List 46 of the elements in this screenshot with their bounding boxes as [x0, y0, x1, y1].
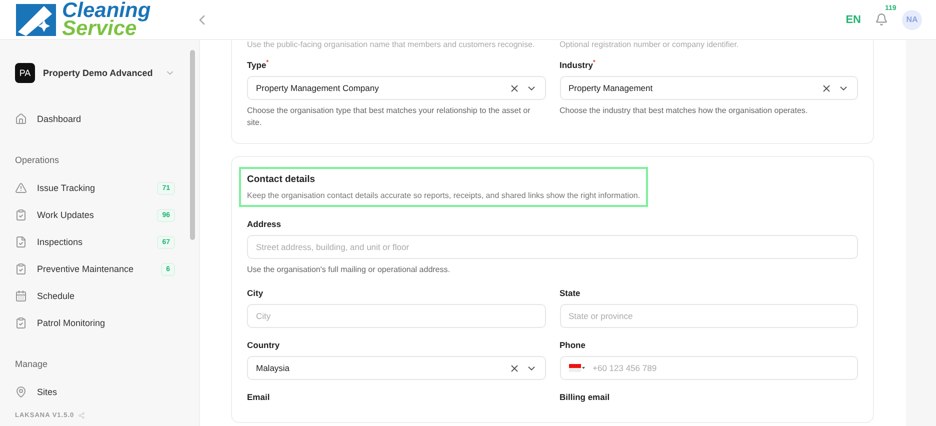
input-field[interactable]: Street address, building, and unit or floor [247, 235, 858, 259]
section-title: Manage [15, 358, 49, 369]
select-field[interactable]: Property Management [560, 76, 858, 100]
organisation-switcher[interactable]: PA Property Demo Advanced [15, 60, 175, 86]
clipboard-icon [15, 317, 27, 330]
field-hint: Use the organisation's full mailing or operational address. [247, 264, 451, 276]
flag-icon[interactable] [568, 364, 584, 372]
field-hint: Choose the industry that best matches how the organisation operates. [560, 105, 809, 117]
clipboard-icon [15, 209, 27, 222]
field-label: Billing email [560, 392, 611, 402]
nav-item[interactable]: Dashboard [15, 106, 175, 133]
input-field[interactable]: State or province [560, 304, 858, 328]
clear-icon[interactable] [508, 82, 520, 94]
calendar-icon [15, 290, 27, 302]
field-label: Phone [560, 340, 586, 350]
section-title: Contact details [247, 174, 316, 185]
field-label: State [560, 288, 582, 298]
field-label: Email [247, 392, 271, 402]
phone-field[interactable]: +60 123 456 789 [560, 356, 858, 380]
field-label: Country [247, 340, 281, 350]
field-label: Type$^{*}$ [247, 60, 270, 70]
select-field[interactable]: Property Management Company [247, 76, 546, 100]
clipboard-icon [15, 263, 27, 276]
section-description: Keep the organisation contact details accurate so reports, receipts, and shared links show the right information. [247, 191, 640, 200]
field-hint: Use the public-facing organisation name that members and customers recognise. [247, 40, 536, 51]
nav-item[interactable]: Sites [15, 378, 175, 406]
bell-icon[interactable] [875, 13, 888, 26]
document-icon [15, 236, 27, 248]
select-field[interactable]: Malaysia [247, 356, 546, 380]
org-avatar: PA [15, 62, 35, 83]
clear-icon[interactable] [508, 362, 520, 374]
warning-icon [15, 182, 27, 194]
input-field[interactable]: City [247, 304, 546, 328]
nav-item[interactable]: Schedule [15, 282, 175, 310]
clear-icon[interactable] [821, 82, 832, 94]
location-pin-icon [15, 386, 27, 398]
field-label: Industry$^{*}$ [560, 60, 596, 70]
scrollbar[interactable] [190, 50, 195, 240]
nav-item[interactable]: Patrol Monitoring [15, 310, 175, 337]
house-icon [15, 113, 27, 126]
section-title: Operations [15, 154, 60, 165]
field-hint: Choose the organisation type that best matches your relationship to the asset or site. [247, 105, 532, 129]
logo-wordmark: Cleaning Service [62, 2, 151, 38]
field-label: Address [247, 219, 282, 229]
field-hint: Optional registration number or company identifier. [560, 40, 740, 51]
field-label: City [247, 288, 264, 298]
